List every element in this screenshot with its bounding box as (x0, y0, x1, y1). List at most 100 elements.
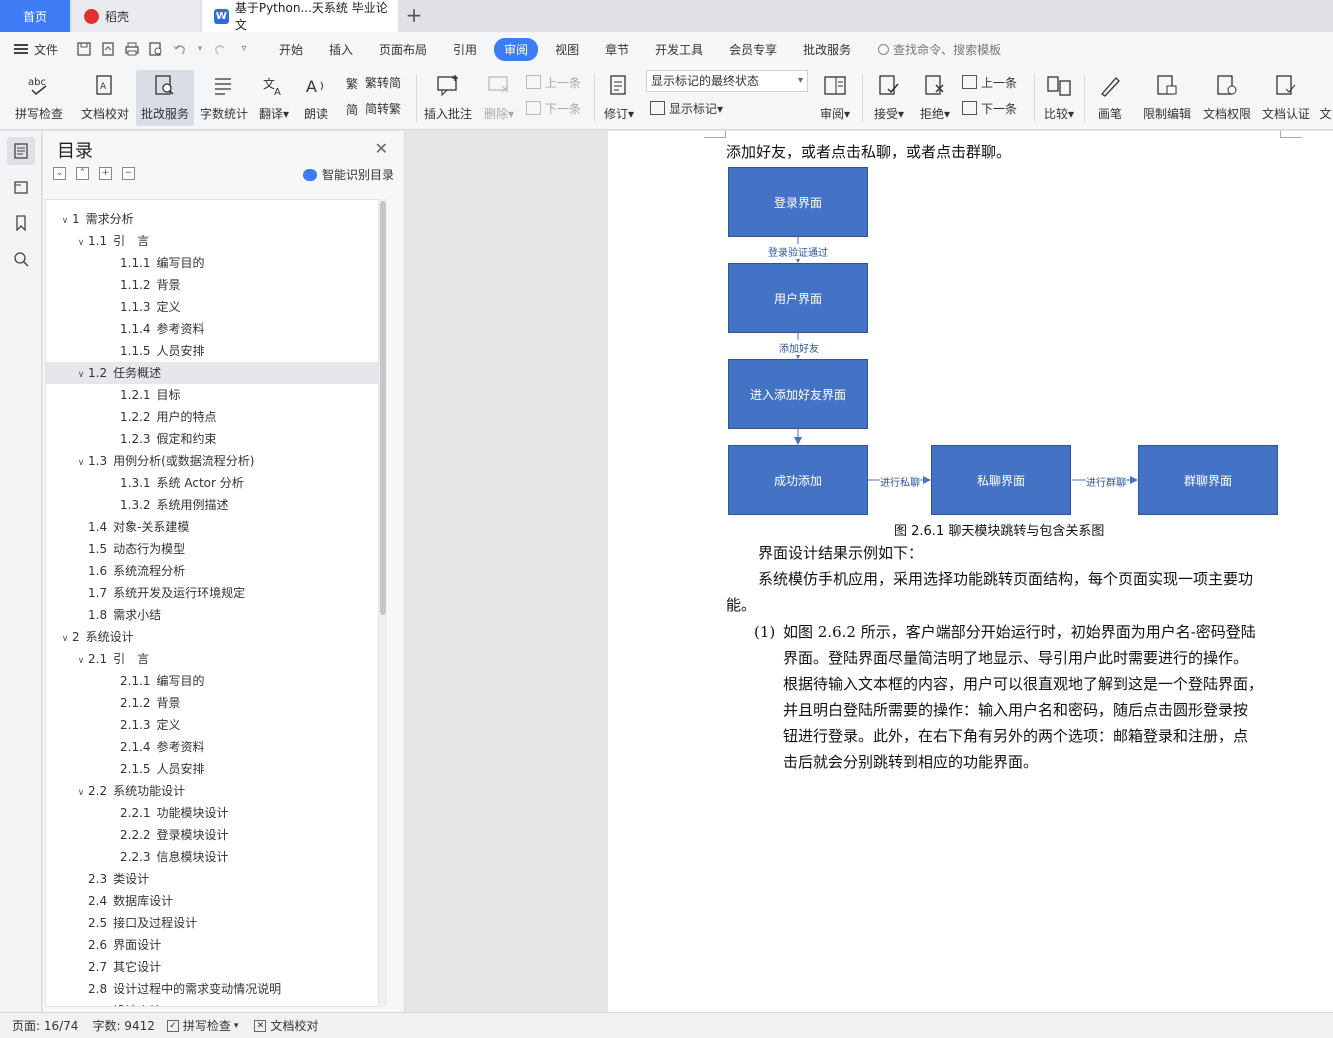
toc-item[interactable]: 1.2.1 目标 (46, 384, 378, 406)
tab-daoke[interactable]: 稻壳 (72, 0, 200, 32)
toc-item[interactable]: 1.3.1 系统 Actor 分析 (46, 472, 378, 494)
menu-tab-view[interactable]: 视图 (542, 41, 592, 58)
toc-item[interactable]: 1.3.2 系统用例描述 (46, 494, 378, 516)
toc-item[interactable]: 1.8 需求小结 (46, 604, 378, 626)
chevron-down-icon[interactable]: ∨ (74, 782, 88, 804)
toc-item[interactable]: 2.2.1 功能模块设计 (46, 802, 378, 824)
doc-proof-button[interactable]: A 文档校对 (76, 70, 134, 126)
page-indicator[interactable]: 页面: 16/74 (12, 1017, 78, 1034)
menu-tab-section[interactable]: 章节 (592, 41, 642, 58)
toc-item[interactable]: ∨ 1 需求分析 (46, 208, 378, 230)
toc-item[interactable]: 1.1.3 定义 (46, 296, 378, 318)
menu-tab-member[interactable]: 会员专享 (716, 41, 790, 58)
toc-item[interactable]: 2.6 界面设计 (46, 934, 378, 956)
delete-comment-button[interactable]: 删除▾ (478, 70, 520, 126)
markup-state-select[interactable]: 显示标记的最终状态 (646, 70, 808, 92)
file-menu-button[interactable]: 文件 (0, 41, 76, 58)
show-markup-button[interactable]: 显示标记▾ (650, 98, 723, 118)
remove-heading-icon[interactable]: − (122, 167, 135, 180)
new-tab-button[interactable]: + (402, 4, 426, 28)
status-proof-button[interactable]: ✕ 文档校对 (254, 1017, 318, 1034)
menu-tab-home[interactable]: 开始 (266, 41, 316, 58)
toc-scrollbar-thumb[interactable] (380, 201, 386, 615)
accept-button[interactable]: 接受▾ (868, 70, 910, 126)
toc-item[interactable]: 2.9 设计小结 (46, 1000, 378, 1006)
tab-document[interactable]: W 基于Python...天系统 毕业论文 (202, 0, 398, 32)
toc-item[interactable]: 2.8 设计过程中的需求变动情况说明 (46, 978, 378, 1000)
doc-permission-button[interactable]: 文档权限 (1198, 70, 1256, 126)
word-count-button[interactable]: 字数统计 (196, 70, 252, 126)
toc-item[interactable]: 1.7 系统开发及运行环境规定 (46, 582, 378, 604)
menu-tab-developer[interactable]: 开发工具 (642, 41, 716, 58)
toc-item[interactable]: 2.1.2 背景 (46, 692, 378, 714)
toc-item[interactable]: ∨ 2.2 系统功能设计 (46, 780, 378, 802)
insert-comment-button[interactable]: 插入批注 (420, 70, 476, 126)
smart-toc-button[interactable]: 智能识别目录 (302, 166, 394, 183)
undo-dropdown-icon[interactable]: ▾ (196, 41, 204, 57)
toc-item[interactable]: ∨ 2.1 引 言 (46, 648, 378, 670)
prev-change-button[interactable]: 上一条 (962, 72, 1017, 92)
reject-button[interactable]: 拒绝▾ (914, 70, 956, 126)
track-changes-button[interactable]: 修订▾ (598, 70, 640, 126)
expand-all-icon[interactable]: ⌃ (76, 167, 89, 180)
toc-item[interactable]: 2.7 其它设计 (46, 956, 378, 978)
toc-item[interactable]: ∨ 1.1 引 言 (46, 230, 378, 252)
toc-item[interactable]: 2.1.4 参考资料 (46, 736, 378, 758)
spellcheck-button[interactable]: abc 拼写检查 (8, 70, 70, 126)
toc-item[interactable]: 2.2.3 信息模块设计 (46, 846, 378, 868)
next-comment-button[interactable]: 下一条 (526, 98, 581, 118)
chevron-down-icon[interactable]: ∨ (74, 452, 88, 474)
toc-item[interactable]: 1.2.2 用户的特点 (46, 406, 378, 428)
toc-item[interactable]: 2.5 接口及过程设计 (46, 912, 378, 934)
find-nav-button[interactable] (7, 245, 35, 273)
command-search[interactable]: 查找命令、搜索模板 (878, 41, 1001, 58)
undo-icon[interactable] (172, 41, 188, 57)
toc-item[interactable]: 2.3 类设计 (46, 868, 378, 890)
toc-item[interactable]: 2.4 数据库设计 (46, 890, 378, 912)
review-pane-button[interactable]: 审阅▾ (814, 70, 856, 126)
toc-item[interactable]: 2.1.5 人员安排 (46, 758, 378, 780)
bookmark-nav-button[interactable] (7, 209, 35, 237)
menu-tab-layout[interactable]: 页面布局 (366, 41, 440, 58)
more-ribbon-button[interactable]: 文 (1318, 70, 1333, 126)
chapter-nav-button[interactable] (7, 173, 35, 201)
save-icon[interactable] (76, 41, 92, 57)
to-traditional-button[interactable]: 繁 繁转简 (346, 72, 401, 92)
toc-item[interactable]: 1.1.5 人员安排 (46, 340, 378, 362)
to-simplified-button[interactable]: 简 简转繁 (346, 98, 401, 118)
toc-item[interactable]: 1.2.3 假定和约束 (46, 428, 378, 450)
chevron-down-icon[interactable]: ∨ (58, 628, 72, 650)
word-count-indicator[interactable]: 字数: 9412 (92, 1017, 154, 1034)
print-icon[interactable] (124, 41, 140, 57)
toc-item[interactable]: 2.1.1 编写目的 (46, 670, 378, 692)
doc-certify-button[interactable]: 文档认证 (1258, 70, 1314, 126)
toc-nav-button[interactable] (7, 137, 35, 165)
chevron-down-icon[interactable]: ∨ (74, 364, 88, 386)
compare-button[interactable]: 比较▾ (1038, 70, 1080, 126)
menu-tab-correction[interactable]: 批改服务 (790, 41, 864, 58)
review-service-button[interactable]: 批改服务 (136, 70, 194, 126)
status-spellcheck-button[interactable]: ✓ 拼写检查 ▾ (166, 1017, 238, 1034)
add-heading-icon[interactable]: + (99, 167, 112, 180)
close-icon[interactable]: ✕ (375, 139, 388, 158)
menu-tab-review[interactable]: 审阅 (494, 37, 539, 61)
collapse-all-icon[interactable]: ⌄ (53, 167, 66, 180)
toc-item[interactable]: 1.6 系统流程分析 (46, 560, 378, 582)
toc-item[interactable]: 1.4 对象-关系建模 (46, 516, 378, 538)
chevron-down-icon[interactable]: ∨ (74, 232, 88, 254)
prev-comment-button[interactable]: 上一条 (526, 72, 581, 92)
redo-icon[interactable] (212, 41, 228, 57)
toc-item[interactable]: 1.1.2 背景 (46, 274, 378, 296)
toc-scrollbar[interactable] (379, 199, 387, 1007)
tab-home[interactable]: 首页 (0, 0, 70, 32)
toc-item[interactable]: ∨ 2 系统设计 (46, 626, 378, 648)
menu-tab-insert[interactable]: 插入 (316, 41, 366, 58)
print-preview-icon[interactable] (148, 41, 164, 57)
menu-tab-references[interactable]: 引用 (440, 41, 490, 58)
more-qat-icon[interactable]: ▿ (236, 41, 252, 57)
toc-item[interactable]: 2.1.3 定义 (46, 714, 378, 736)
next-change-button[interactable]: 下一条 (962, 98, 1017, 118)
document-page[interactable]: 添加好友，或者点击私聊，或者点击群聊。 登录界面 登录验证通过 用户界面 添加好… (608, 131, 1333, 1012)
translate-button[interactable]: 文A 翻译▾ (254, 70, 294, 126)
toc-item[interactable]: ∨ 1.2 任务概述 (46, 362, 378, 384)
